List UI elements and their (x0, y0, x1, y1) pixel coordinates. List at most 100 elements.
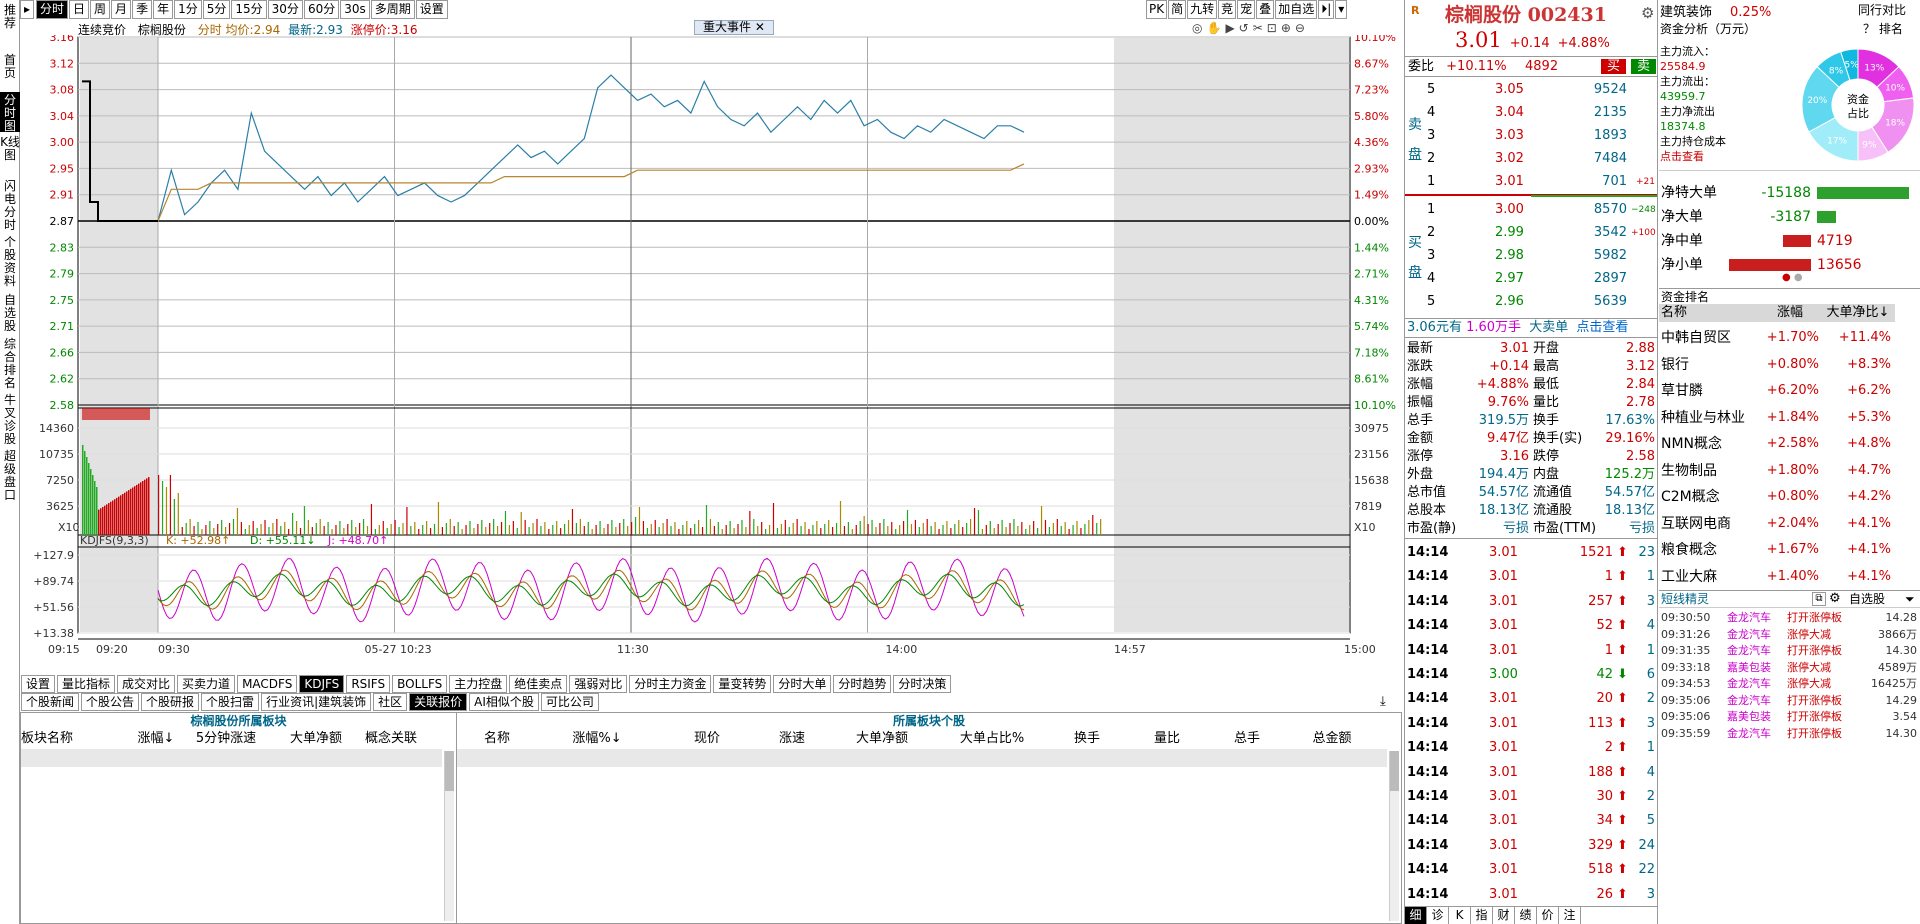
column-header[interactable]: 大单占比% (937, 729, 1047, 749)
indicator-tab[interactable]: BOLLFS (392, 675, 448, 693)
column-header[interactable]: 量比 (1127, 729, 1207, 749)
column-header[interactable]: 名称 (457, 729, 537, 749)
left-nav-item[interactable]: 分时图 (0, 92, 20, 133)
indicator-tab[interactable]: 分时主力资金 (629, 675, 712, 693)
expand-arrow-icon[interactable]: ▸ (20, 0, 34, 19)
info-tab[interactable]: 个股研报 (141, 693, 200, 711)
play-icon[interactable]: ▶ (1225, 21, 1238, 35)
hand-icon[interactable]: ✋ (1206, 21, 1225, 35)
info-tab[interactable]: AI相似个股 (469, 693, 539, 711)
column-header[interactable]: 5分钟涨速 (181, 729, 271, 749)
period-tab[interactable]: 30s (340, 0, 370, 19)
sector-panel-row[interactable] (21, 749, 442, 767)
chart-tool-button[interactable]: PK (1146, 0, 1168, 19)
period-tab[interactable]: 30分 (267, 0, 303, 19)
rank-row[interactable]: 中韩自贸区 +1.70% +11.4% (1659, 328, 1920, 348)
rank-row[interactable]: 草甘膦 +6.20% +6.2% (1659, 381, 1920, 401)
left-nav-item[interactable]: 牛叉诊股 (0, 392, 20, 446)
rank-row[interactable]: 种植业与林业 +1.84% +5.3% (1659, 408, 1920, 428)
column-header[interactable]: 大单净额 (827, 729, 937, 749)
chart-tool-button[interactable]: 宠 (1237, 0, 1256, 19)
period-tab[interactable]: 设置 (415, 0, 448, 19)
book-row[interactable]: 1 3.00 8570 −248 (1405, 200, 1657, 220)
chart-tool-button[interactable]: 九转 (1187, 0, 1218, 19)
left-nav-item[interactable]: 综合排名 (0, 336, 20, 390)
info-tab[interactable]: 个股公告 (81, 693, 140, 711)
indicator-tab[interactable]: 分时大单 (773, 675, 832, 693)
peer-compare-link[interactable]: 同行对比 (1858, 1, 1906, 18)
rank-row[interactable]: 互联网电商 +2.04% +4.1% (1659, 514, 1920, 534)
indicator-tab[interactable]: MACDFS (237, 675, 298, 693)
sell-button[interactable]: 卖 (1631, 59, 1657, 74)
jl-row[interactable]: 09:33:18 嘉美包装 涨停大减 4589万 (1659, 660, 1920, 676)
quote-foot-tab[interactable]: 细 (1405, 907, 1427, 924)
intraday-chart[interactable]: 3.16 10.10% 3.12 8.67% 3.08 7.23% 3.04 5.80% 3.0… (20, 35, 1404, 663)
indicator-tab[interactable]: 买卖力道 (177, 675, 236, 693)
period-tab[interactable]: 分时 (36, 0, 69, 19)
undo-icon[interactable]: ↺ (1239, 21, 1253, 35)
column-header[interactable]: 总手 (1207, 729, 1287, 749)
rank-row[interactable]: C2M概念 +0.80% +4.2% (1659, 487, 1920, 507)
stock-panel-row[interactable] (457, 749, 1387, 767)
info-tab[interactable]: 关联报价 (409, 693, 468, 711)
left-nav-item[interactable]: 自选股 (0, 292, 20, 333)
indicator-tab[interactable]: 分时决策 (893, 675, 952, 693)
book-row[interactable]: 2 3.02 7484 (1405, 149, 1657, 169)
chart-tool-button[interactable]: 竞 (1218, 0, 1237, 19)
menu-icon[interactable]: ▾ (1335, 0, 1348, 19)
book-row[interactable]: 4 3.04 2135 (1405, 103, 1657, 123)
period-tab[interactable]: 1分 (174, 0, 202, 19)
jl-row[interactable]: 09:35:06 嘉美包装 打开涨停板 3.54 (1659, 709, 1920, 725)
quote-foot-tab[interactable]: 诊 (1427, 907, 1449, 924)
book-row[interactable]: 1 3.01 701 +21 (1405, 172, 1657, 192)
window-icon[interactable]: ⧉ (1812, 592, 1826, 606)
jl-row[interactable]: 09:31:26 金龙汽车 涨停大减 3866万 (1659, 627, 1920, 643)
column-header[interactable]: 大单净额 (271, 729, 361, 749)
period-tab[interactable]: 5分 (202, 0, 231, 19)
indicator-tab[interactable]: 分时趋势 (833, 675, 892, 693)
rank-row[interactable]: 工业大麻 +1.40% +4.1% (1659, 567, 1920, 587)
jl-row[interactable]: 09:35:59 金龙汽车 打开涨停板 14.30 (1659, 726, 1920, 742)
book-row[interactable]: 5 3.05 9524 (1405, 80, 1657, 100)
info-tab[interactable]: 个股新闻 (21, 693, 80, 711)
period-tab[interactable]: 日 (69, 0, 90, 19)
eye-icon[interactable]: ◎ (1192, 21, 1206, 35)
help-icon[interactable]: ？ (1863, 22, 1875, 36)
quote-foot-tab[interactable]: 指 (1471, 907, 1493, 924)
column-header[interactable]: 涨速 (757, 729, 827, 749)
indicator-tab[interactable]: KDJFS (299, 675, 345, 693)
chart-tool-button[interactable]: 简 (1168, 0, 1187, 19)
chart-tool-button[interactable]: 加自选 (1275, 0, 1318, 19)
jl-row[interactable]: 09:30:50 金龙汽车 打开涨停板 14.28 (1659, 610, 1920, 626)
info-tab[interactable]: 社区 (373, 693, 408, 711)
book-row[interactable]: 4 2.97 2897 (1405, 269, 1657, 289)
left-nav-item[interactable]: 推荐 (0, 2, 20, 48)
column-header[interactable]: 总金额 (1287, 729, 1377, 749)
period-tab[interactable]: 周 (90, 0, 111, 19)
scrollbar[interactable] (444, 751, 454, 921)
quote-foot-tab[interactable]: 注 (1559, 907, 1581, 924)
info-tab[interactable]: 可比公司 (540, 693, 599, 711)
chevron-down-icon[interactable]: ⏷ (1905, 591, 1915, 607)
period-tab[interactable]: 多周期 (370, 0, 415, 19)
indicator-tab[interactable]: 量变转势 (713, 675, 772, 693)
indicator-tab[interactable]: 强弱对比 (569, 675, 628, 693)
book-row[interactable]: 3 2.98 5982 (1405, 246, 1657, 266)
rank-column-header[interactable]: 涨幅 (1759, 304, 1819, 322)
period-tab[interactable]: 15分 (231, 0, 267, 19)
page-dots[interactable]: ● ● (1782, 272, 1803, 283)
indicator-tab[interactable]: 主力控盘 (449, 675, 508, 693)
info-tab[interactable]: 个股扫雷 (201, 693, 260, 711)
period-tab[interactable]: 季 (132, 0, 153, 19)
rank-link[interactable]: 排名 (1879, 22, 1903, 36)
column-header[interactable]: 概念关联 (361, 729, 421, 749)
rank-row[interactable]: 银行 +0.80% +8.3% (1659, 355, 1920, 375)
rank-row[interactable]: 粮食概念 +1.67% +4.1% (1659, 540, 1920, 560)
column-header[interactable]: 涨幅%↓ (537, 729, 657, 749)
close-icon[interactable]: ✕ (755, 20, 765, 34)
scissors-icon[interactable]: ✂ (1253, 21, 1267, 35)
info-tab[interactable]: 行业资讯|建筑装饰 (261, 693, 372, 711)
chart-tool-button[interactable]: 叠 (1256, 0, 1275, 19)
rank-row[interactable]: NMN概念 +2.58% +4.8% (1659, 434, 1920, 454)
cost-link[interactable]: 点击查看 (1660, 149, 1760, 164)
